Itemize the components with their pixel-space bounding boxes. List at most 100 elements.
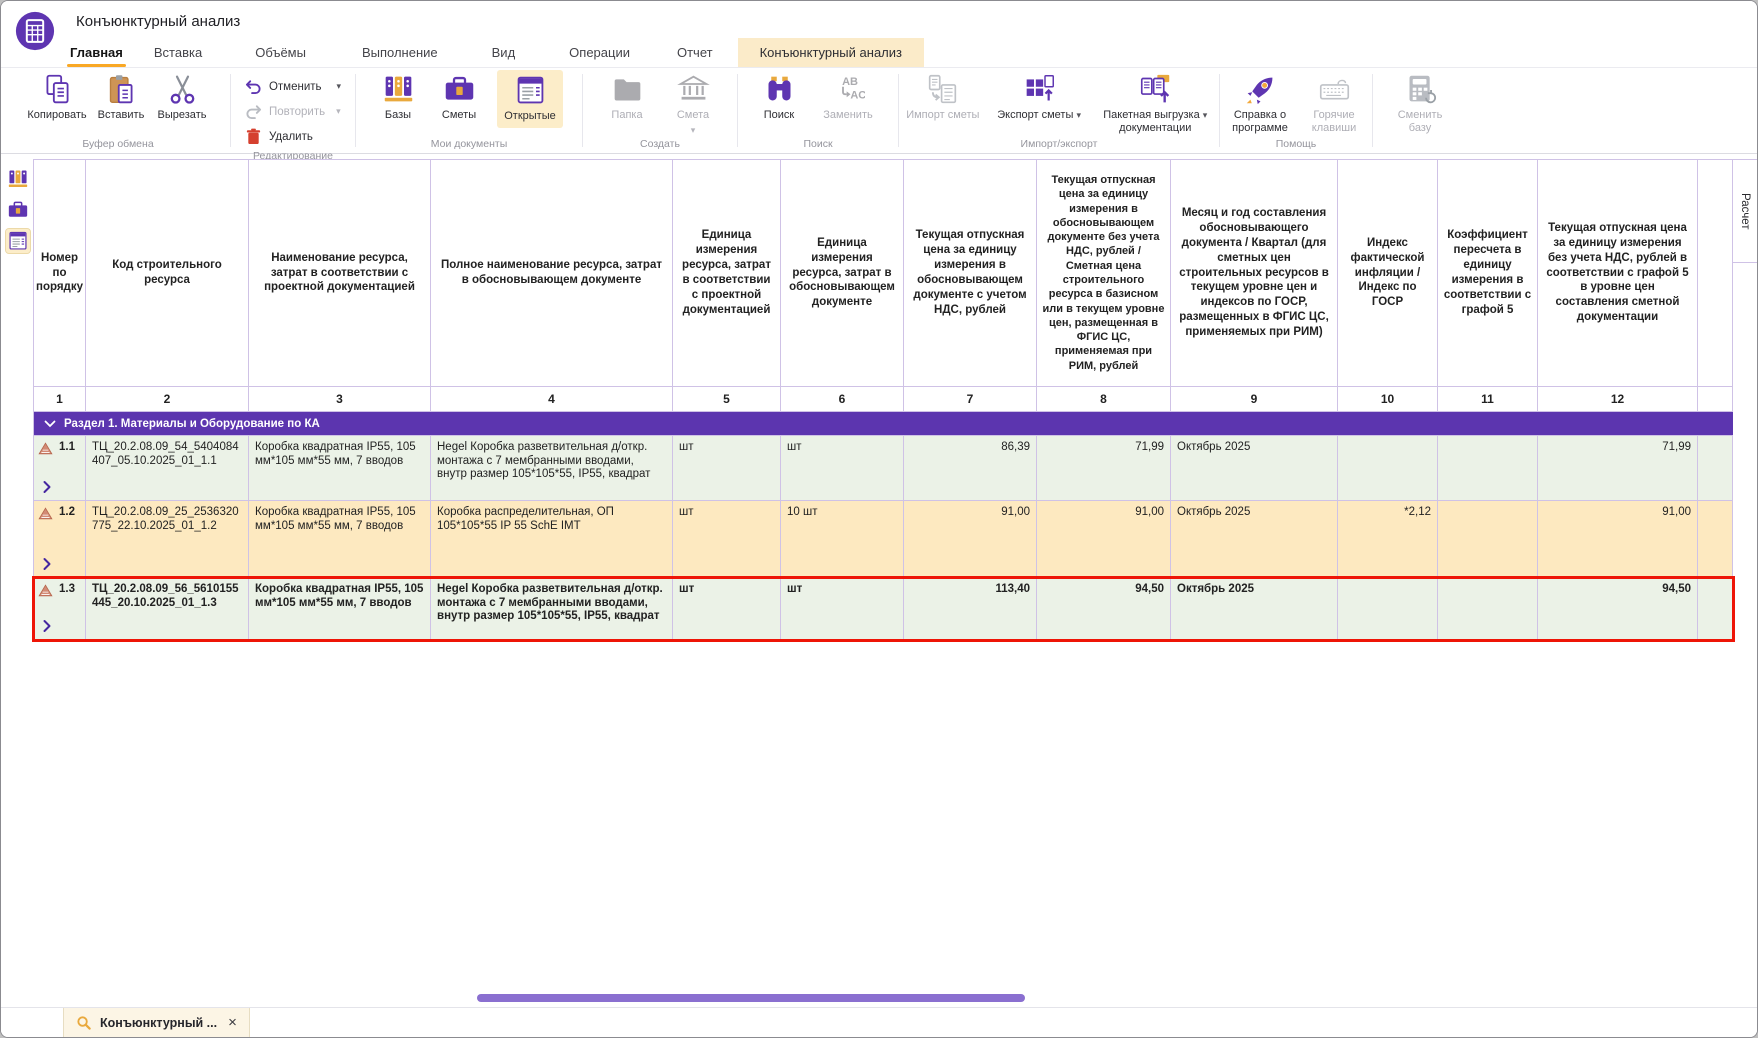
chevron-down-icon[interactable] xyxy=(44,420,56,428)
tab-otchet[interactable]: Отчет xyxy=(674,38,716,67)
change-base-button[interactable]: Сменить базу xyxy=(1389,70,1451,134)
replace-button[interactable]: ABAC Заменить xyxy=(817,70,879,122)
section-row[interactable]: Раздел 1. Материалы и Оборудование по КА xyxy=(34,412,1733,436)
export-estimate-button[interactable]: Экспорт сметы ▾ xyxy=(994,70,1085,122)
cell-month-year[interactable]: Октябрь 2025 xyxy=(1171,436,1338,501)
cell-price-with-vat[interactable]: 86,39 xyxy=(904,436,1037,501)
binoculars-icon xyxy=(763,73,796,106)
column-header[interactable]: Текущая отпускная цена за единицу измере… xyxy=(1538,160,1698,387)
column-header[interactable]: Коэффициент пересчета в единицу измерени… xyxy=(1438,160,1538,387)
opened-button[interactable]: Открытые xyxy=(497,70,563,128)
batch-upload-dropdown-icon[interactable]: ▾ xyxy=(1203,110,1208,120)
column-header[interactable]: Код строительного ресурса xyxy=(86,160,249,387)
column-header[interactable]: Месяц и год составления обосновывающего … xyxy=(1171,160,1338,387)
expand-row-icon[interactable] xyxy=(42,480,81,497)
cell-resource-name[interactable]: Коробка квадратная IP55, 105 мм*105 мм*5… xyxy=(249,578,431,640)
column-header[interactable]: Наименование ресурса, затрат в соответст… xyxy=(249,160,431,387)
cell-price-final[interactable]: 91,00 xyxy=(1538,501,1698,578)
cell-unit-document[interactable]: шт xyxy=(781,436,904,501)
document-tab[interactable]: Конъюнктурный ... × xyxy=(63,1008,250,1037)
cell-conversion-coef[interactable] xyxy=(1438,501,1538,578)
cut-button[interactable]: Вырезать xyxy=(151,70,213,122)
cell-resource-code[interactable]: ТЦ_20.2.08.09_25_2536320775_22.10.2025_0… xyxy=(86,501,249,578)
tab-konyunkturnyi-analiz[interactable]: Конъюнктурный анализ xyxy=(738,38,924,67)
cell-unit-project[interactable]: шт xyxy=(673,501,781,578)
cell-unit-document[interactable]: 10 шт xyxy=(781,501,904,578)
estimates-button[interactable]: Сметы xyxy=(435,70,483,122)
cell-month-year[interactable]: Октябрь 2025 xyxy=(1171,578,1338,640)
tab-operacii[interactable]: Операции xyxy=(566,38,633,67)
mini-bases-button[interactable] xyxy=(6,167,30,191)
mini-opened-button[interactable] xyxy=(6,229,30,253)
redo-button[interactable]: Повторить ▾ xyxy=(241,99,345,124)
column-header[interactable]: Единица измерения ресурса, затрат в соот… xyxy=(673,160,781,387)
side-panel-tab-raschet[interactable]: Расчет xyxy=(1732,159,1757,263)
expand-row-icon[interactable] xyxy=(42,619,81,636)
hotkeys-button[interactable]: Горячие клавиши xyxy=(1303,70,1365,134)
bases-button[interactable]: Базы xyxy=(375,70,421,122)
cell-conversion-coef[interactable] xyxy=(1438,436,1538,501)
cell-full-name[interactable]: Коробка распределительная, ОП 105*105*55… xyxy=(431,501,673,578)
cell-empty xyxy=(1698,436,1733,501)
column-header[interactable]: Полное наименование ресурса, затрат в об… xyxy=(431,160,673,387)
undo-dropdown-icon[interactable]: ▾ xyxy=(337,81,342,92)
column-header[interactable]: Текущая отпускная цена за единицу измере… xyxy=(1037,160,1171,387)
cell-unit-document[interactable]: шт xyxy=(781,578,904,640)
cell-empty xyxy=(1698,501,1733,578)
cell-inflation-index[interactable] xyxy=(1338,436,1438,501)
tab-vstavka[interactable]: Вставка xyxy=(151,38,205,67)
paste-button[interactable]: Вставить xyxy=(91,70,151,122)
mini-estimates-button[interactable] xyxy=(6,198,30,222)
copy-icon xyxy=(41,73,74,106)
app-logo-icon[interactable] xyxy=(15,11,55,51)
trash-icon xyxy=(245,128,262,145)
row-number-cell[interactable]: 1.2 xyxy=(34,501,86,578)
column-number-row: 1 2 3 4 5 6 7 8 9 10 11 12 xyxy=(34,387,1733,412)
row-number-cell[interactable]: 1.1 xyxy=(34,436,86,501)
create-estimate-button[interactable]: Смета ▾ xyxy=(669,70,717,135)
cell-price-without-vat[interactable]: 71,99 xyxy=(1037,436,1171,501)
redo-dropdown-icon[interactable]: ▾ xyxy=(336,106,341,117)
cell-full-name[interactable]: Hegel Коробка разветвительная д/откр. мо… xyxy=(431,578,673,640)
delete-button[interactable]: Удалить xyxy=(241,124,345,149)
close-icon[interactable]: × xyxy=(228,1014,237,1031)
column-header[interactable]: Текущая отпускная цена за единицу измере… xyxy=(904,160,1037,387)
export-dropdown-icon[interactable]: ▾ xyxy=(1076,110,1081,120)
cell-conversion-coef[interactable] xyxy=(1438,578,1538,640)
cell-resource-code[interactable]: ТЦ_20.2.08.09_54_5404084407_05.10.2025_0… xyxy=(86,436,249,501)
column-header[interactable]: Единица измерения ресурса, затрат в обос… xyxy=(781,160,904,387)
horizontal-scrollbar[interactable] xyxy=(477,994,1025,1002)
cell-month-year[interactable]: Октябрь 2025 xyxy=(1171,501,1338,578)
cell-unit-project[interactable]: шт xyxy=(673,578,781,640)
column-header[interactable]: Номер по порядку xyxy=(34,160,86,387)
cell-resource-code[interactable]: ТЦ_20.2.08.09_56_5610155445_20.10.2025_0… xyxy=(86,578,249,640)
cell-price-without-vat[interactable]: 94,50 xyxy=(1037,578,1171,640)
cell-resource-name[interactable]: Коробка квадратная IP55, 105 мм*105 мм*5… xyxy=(249,501,431,578)
column-header[interactable]: Индекс фактической инфляции / Индекс по … xyxy=(1338,160,1438,387)
cell-resource-name[interactable]: Коробка квадратная IP55, 105 мм*105 мм*5… xyxy=(249,436,431,501)
cell-price-final[interactable]: 71,99 xyxy=(1538,436,1698,501)
cell-price-with-vat[interactable]: 113,40 xyxy=(904,578,1037,640)
cell-full-name[interactable]: Hegel Коробка разветвительная д/откр. мо… xyxy=(431,436,673,501)
group-label-clipboard: Буфер обмена xyxy=(11,137,225,153)
search-button[interactable]: Поиск xyxy=(757,70,801,122)
import-estimate-button[interactable]: Импорт сметы xyxy=(904,70,982,122)
cell-unit-project[interactable]: шт xyxy=(673,436,781,501)
tab-vid[interactable]: Вид xyxy=(489,38,519,67)
row-number-cell[interactable]: 1.3 xyxy=(34,578,86,640)
expand-row-icon[interactable] xyxy=(42,557,81,574)
cell-inflation-index[interactable] xyxy=(1338,578,1438,640)
undo-button[interactable]: Отменить ▾ xyxy=(241,74,345,99)
cell-price-without-vat[interactable]: 91,00 xyxy=(1037,501,1171,578)
cell-price-with-vat[interactable]: 91,00 xyxy=(904,501,1037,578)
tab-vypolnenie[interactable]: Выполнение xyxy=(359,38,441,67)
batch-upload-button[interactable]: Пакетная выгрузка ▾документации xyxy=(1097,70,1214,134)
tab-glavnaya[interactable]: Главная xyxy=(67,38,126,67)
tab-obyomy[interactable]: Объёмы xyxy=(252,38,309,67)
cell-price-final[interactable]: 94,50 xyxy=(1538,578,1698,640)
estimate-dropdown-icon[interactable]: ▾ xyxy=(691,125,696,135)
cell-inflation-index[interactable]: *2,12 xyxy=(1338,501,1438,578)
copy-button[interactable]: Копировать xyxy=(23,70,91,122)
about-button[interactable]: Справка о программе xyxy=(1227,70,1293,134)
folder-button[interactable]: Папка xyxy=(603,70,651,122)
